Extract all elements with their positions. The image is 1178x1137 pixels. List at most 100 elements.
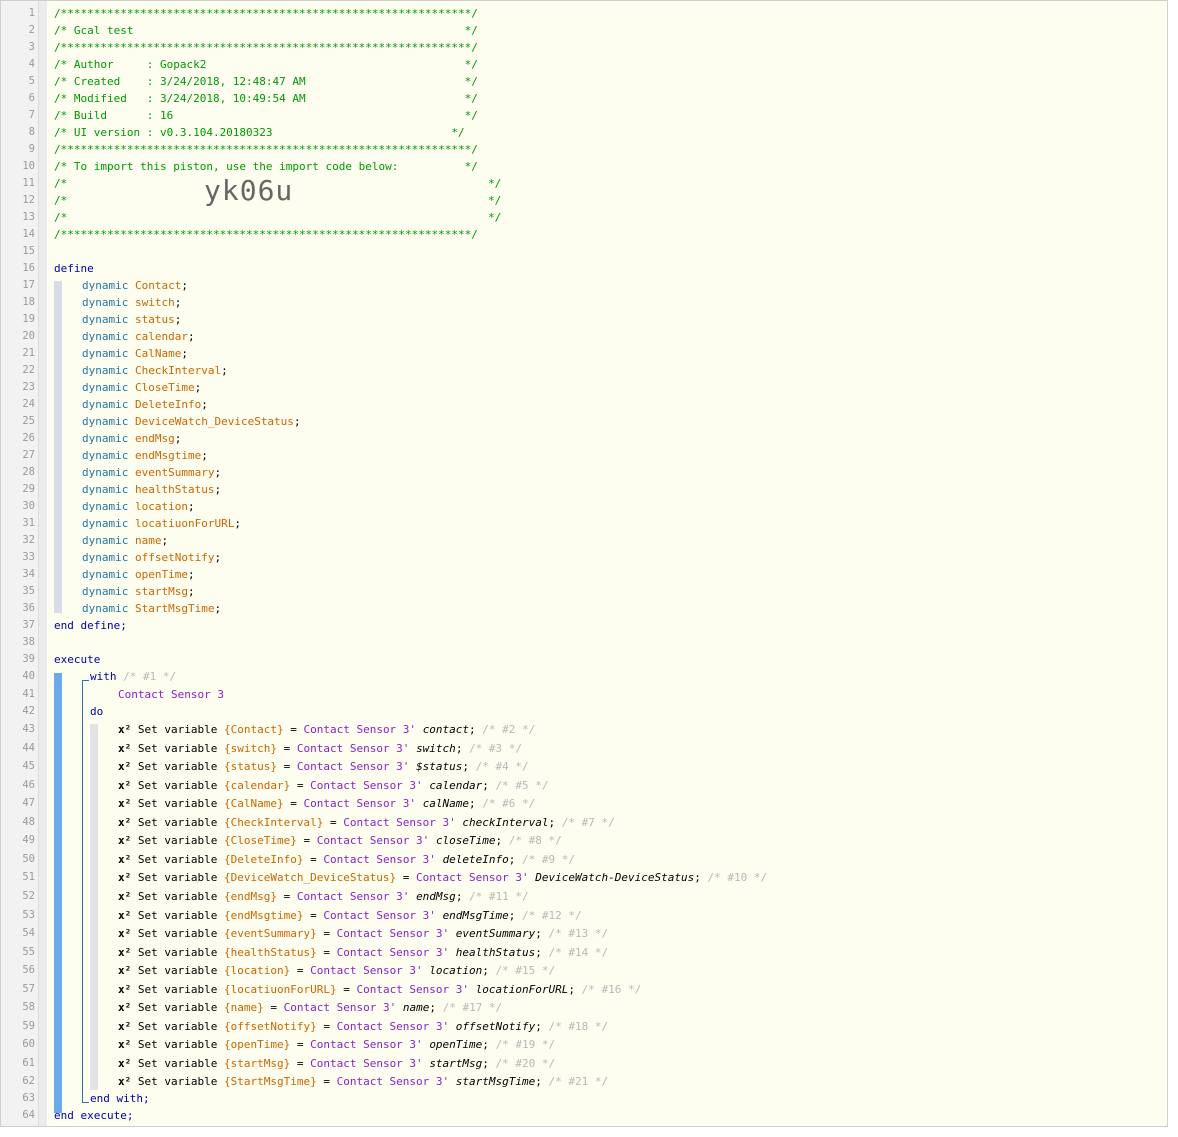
set-variable-label[interactable]: Set variable [138, 742, 217, 755]
variable-name[interactable]: endMsgtime [135, 449, 201, 462]
variable-name[interactable]: Contact [135, 279, 181, 292]
set-variable-label[interactable]: Set variable [138, 890, 217, 903]
line-content: end define; [54, 617, 127, 634]
device-reference[interactable]: Contact Sensor 3' [310, 1057, 423, 1070]
set-variable-label[interactable]: Set variable [138, 853, 217, 866]
variable-name[interactable]: openTime [135, 568, 188, 581]
dynamic-keyword: dynamic [82, 585, 129, 598]
code-line: 8 /* UI version : v0.3.104.20180323 */ [1, 124, 1167, 141]
statement-id-comment: /* #2 */ [482, 723, 536, 736]
target-variable[interactable]: {DeleteInfo} [224, 853, 303, 866]
variable-name[interactable]: CheckInterval [135, 364, 221, 377]
target-variable[interactable]: {healthStatus} [224, 946, 317, 959]
code-line: 62 x² Set variable {StartMsgTime} = Conta… [1, 1073, 1167, 1090]
set-variable-label[interactable]: Set variable [138, 983, 217, 996]
set-variable-label[interactable]: Set variable [138, 1020, 217, 1033]
device-reference[interactable]: Contact Sensor 3' [323, 909, 436, 922]
set-variable-label[interactable]: Set variable [138, 797, 217, 810]
variable-name[interactable]: CalName [135, 347, 181, 360]
variable-name[interactable]: CloseTime [135, 381, 195, 394]
variable-name[interactable]: name [135, 534, 162, 547]
target-variable[interactable]: {offsetNotify} [224, 1020, 317, 1033]
target-variable[interactable]: {CloseTime} [224, 834, 297, 847]
set-variable-label[interactable]: Set variable [138, 1038, 217, 1051]
device-reference[interactable]: Contact Sensor 3' [337, 1020, 450, 1033]
target-variable[interactable]: {name} [224, 1001, 264, 1014]
variable-name[interactable]: offsetNotify [135, 551, 214, 564]
line-number: 40 [22, 670, 35, 682]
variable-name[interactable]: status [135, 313, 175, 326]
code-line: 56 x² Set variable {location} = Contact S… [1, 962, 1167, 979]
device-reference[interactable]: Contact Sensor 3' [303, 723, 416, 736]
variable-name[interactable]: locatiuonForURL [135, 517, 234, 530]
set-variable-label[interactable]: Set variable [138, 909, 217, 922]
variable-name[interactable]: DeviceWatch_DeviceStatus [135, 415, 294, 428]
set-variable-label[interactable]: Set variable [138, 871, 217, 884]
target-variable[interactable]: {switch} [224, 742, 277, 755]
target-variable[interactable]: {eventSummary} [224, 927, 317, 940]
target-variable[interactable]: {status} [224, 760, 277, 773]
line-number: 5 [28, 75, 35, 87]
set-variable-label[interactable]: Set variable [138, 779, 217, 792]
target-variable[interactable]: {endMsgtime} [224, 909, 303, 922]
target-variable[interactable]: {CalName} [224, 797, 284, 810]
device-reference[interactable]: Contact Sensor 3' [297, 760, 410, 773]
device-reference[interactable]: Contact Sensor 3' [310, 1038, 423, 1051]
end-execute-keyword: end execute; [54, 1109, 134, 1122]
target-variable[interactable]: {DeviceWatch_DeviceStatus} [224, 871, 396, 884]
device-reference[interactable]: Contact Sensor 3' [343, 816, 456, 829]
device-reference[interactable]: Contact Sensor 3' [337, 927, 450, 940]
set-variable-label[interactable]: Set variable [138, 816, 217, 829]
line-number: 15 [22, 245, 35, 257]
set-variable-label[interactable]: Set variable [138, 946, 217, 959]
equals-sign: = [290, 797, 297, 811]
target-variable[interactable]: {calendar} [224, 779, 290, 792]
set-variable-label[interactable]: Set variable [138, 834, 217, 847]
target-variable[interactable]: {location} [224, 964, 290, 977]
set-variable-label[interactable]: Set variable [138, 927, 217, 940]
device-reference[interactable]: Contact Sensor 3' [310, 964, 423, 977]
device-reference[interactable]: Contact Sensor 3' [284, 1001, 397, 1014]
device-reference[interactable]: Contact Sensor 3' [317, 834, 430, 847]
statement-id-comment: /* #7 */ [561, 815, 615, 829]
device-reference[interactable]: Contact Sensor 3' [303, 797, 416, 810]
variable-name[interactable]: startMsg [135, 585, 188, 598]
variable-name[interactable]: StartMsgTime [135, 602, 214, 615]
set-variable-label[interactable]: Set variable [138, 1075, 217, 1088]
variable-name[interactable]: calendar [135, 330, 188, 343]
device-reference[interactable]: Contact Sensor 3' [297, 890, 410, 903]
target-variable[interactable]: {StartMsgTime} [224, 1075, 317, 1088]
device-reference[interactable]: Contact Sensor 3' [337, 946, 450, 959]
device-reference[interactable]: Contact Sensor 3' [356, 983, 469, 996]
variable-name[interactable]: endMsg [135, 432, 175, 445]
device-reference[interactable]: Contact Sensor 3' [337, 1075, 450, 1088]
set-variable-label[interactable]: Set variable [138, 1001, 217, 1014]
with-keyword[interactable]: with [90, 670, 117, 683]
variable-name[interactable]: DeleteInfo [135, 398, 201, 411]
variable-name[interactable]: location [135, 500, 188, 513]
set-variable-label[interactable]: Set variable [138, 760, 217, 773]
target-variable[interactable]: {endMsg} [224, 890, 277, 903]
variable-name[interactable]: healthStatus [135, 483, 214, 496]
device-reference[interactable]: Contact Sensor 3' [310, 779, 423, 792]
target-variable[interactable]: {Contact} [224, 723, 284, 736]
device-reference[interactable]: Contact Sensor 3' [323, 853, 436, 866]
set-variable-label[interactable]: Set variable [138, 723, 217, 736]
line-content: x² Set variable {locatiuonForURL} = Cont… [118, 981, 641, 998]
set-variable-label[interactable]: Set variable [138, 964, 217, 977]
device-name[interactable]: Contact Sensor 3 [118, 688, 224, 701]
line-content: x² Set variable {DeviceWatch_DeviceStatu… [118, 869, 767, 886]
target-variable[interactable]: {locatiuonForURL} [224, 983, 337, 996]
code-line: 15 [1, 243, 1167, 260]
code-line: 42 do [1, 703, 1167, 720]
variable-name[interactable]: eventSummary [135, 466, 214, 479]
variable-name[interactable]: switch [135, 296, 175, 309]
set-variable-label[interactable]: Set variable [138, 1057, 217, 1070]
device-reference[interactable]: Contact Sensor 3' [297, 742, 410, 755]
target-variable[interactable]: {openTime} [224, 1038, 290, 1051]
line-number: 6 [28, 92, 35, 104]
code-line: 64 end execute; [1, 1107, 1167, 1124]
target-variable[interactable]: {CheckInterval} [224, 816, 323, 829]
target-variable[interactable]: {startMsg} [224, 1057, 290, 1070]
device-reference[interactable]: Contact Sensor 3' [416, 871, 529, 884]
